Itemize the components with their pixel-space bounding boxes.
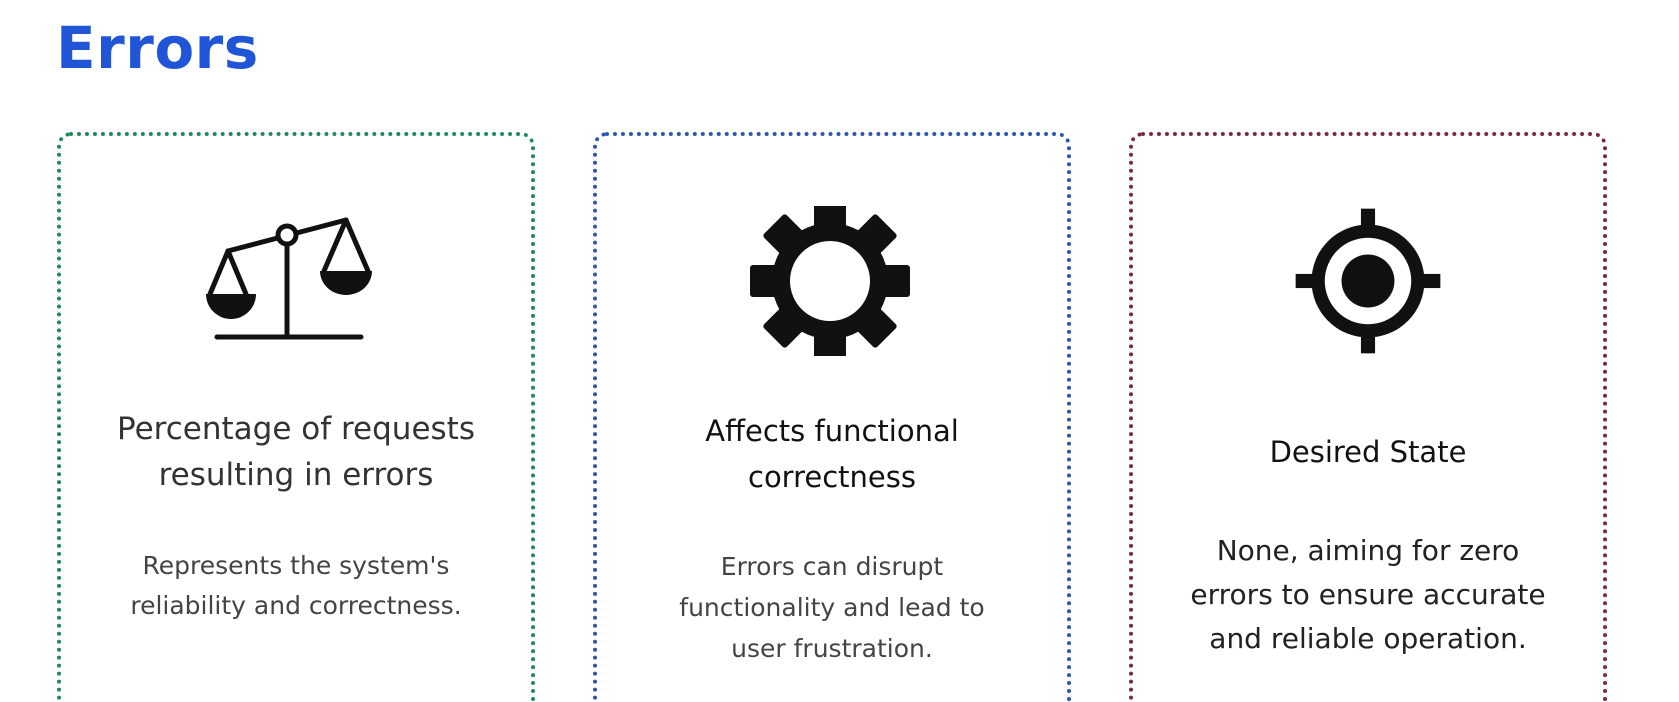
heading-line: resulting in errors (158, 457, 434, 493)
description-line: functionality and lead to (679, 593, 985, 622)
card-functional-correctness: Affects functional correctness Errors ca… (593, 132, 1071, 702)
card-description: Represents the system's reliability and … (81, 546, 511, 626)
description-line: reliability and correctness. (130, 591, 462, 620)
description-line: user frustration. (731, 634, 933, 663)
target-icon (1278, 206, 1458, 356)
heading-line: Affects functional (705, 414, 959, 448)
card-heading: Affects functional correctness (617, 408, 1047, 500)
card-description: None, aiming for zero errors to ensure a… (1153, 529, 1583, 661)
slide: Errors Percentage of requests resulting … (0, 0, 1679, 702)
heading-line: Percentage of requests (117, 411, 475, 447)
description-line: Errors can disrupt (720, 552, 944, 581)
description-line: Represents the system's (142, 551, 450, 580)
description-line: errors to ensure accurate (1190, 578, 1546, 611)
heading-line: correctness (748, 460, 916, 494)
card-error-rate: Percentage of requests resulting in erro… (57, 132, 535, 702)
balance-scale-icon (206, 206, 386, 356)
description-line: and reliable operation. (1209, 622, 1527, 655)
card-heading: Desired State (1153, 429, 1583, 475)
description-line: None, aiming for zero (1216, 534, 1520, 567)
heading-line: Desired State (1269, 435, 1467, 469)
page-title: Errors (56, 14, 259, 82)
gear-icon (742, 206, 922, 356)
card-heading: Percentage of requests resulting in erro… (81, 406, 511, 498)
card-description: Errors can disrupt functionality and lea… (617, 546, 1047, 669)
card-desired-state: Desired State None, aiming for zero erro… (1129, 132, 1607, 702)
